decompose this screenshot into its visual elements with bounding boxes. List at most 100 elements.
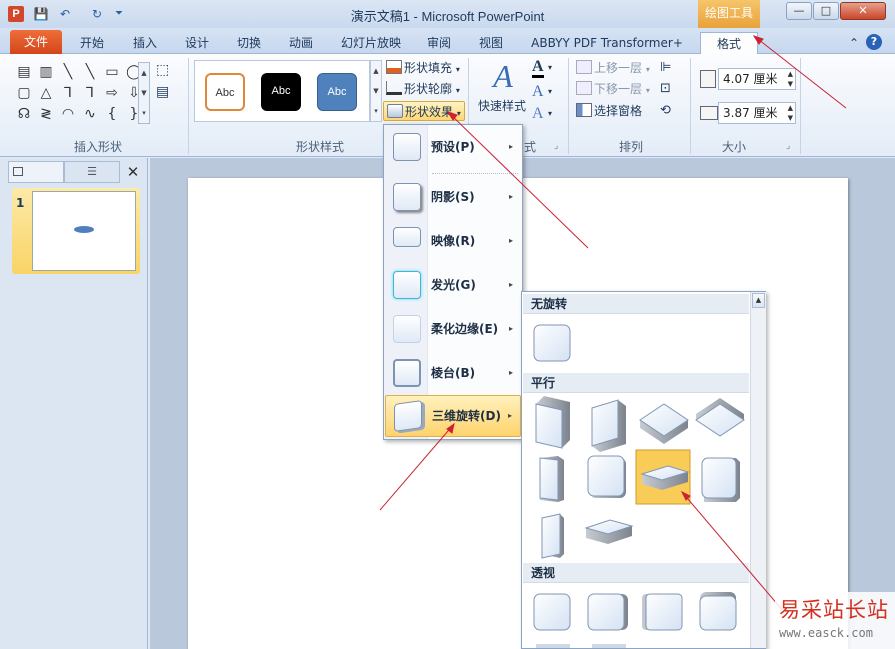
tab-transitions[interactable]: 切换 bbox=[228, 32, 270, 54]
menu-item-3d-rotation[interactable]: 三维旋转(D) ▸ bbox=[385, 395, 521, 437]
shape-fill-button[interactable]: 形状填充 ▾ bbox=[386, 58, 460, 78]
tab-review[interactable]: 审阅 bbox=[418, 32, 460, 54]
tab-abbyy[interactable]: ABBYY PDF Transformer+ bbox=[522, 32, 692, 54]
menu-item-reflection[interactable]: 映像(R) ▸ bbox=[385, 221, 521, 261]
arrow-line-shape-icon[interactable]: ╲ bbox=[80, 62, 100, 82]
rectangle-shape-icon[interactable]: ▭ bbox=[102, 62, 122, 82]
rotation-option-parallel-5[interactable] bbox=[539, 456, 564, 502]
shape-style-swatch-2[interactable]: Abc bbox=[261, 73, 301, 111]
curve-connector-shape-icon[interactable]: ≷ bbox=[36, 104, 56, 124]
rotation-option-parallel-3[interactable] bbox=[639, 403, 689, 444]
shape-styles-gallery[interactable]: Abc Abc Abc bbox=[194, 60, 370, 122]
rotate-icon[interactable]: ⟲ bbox=[660, 101, 671, 121]
submenu-arrow-icon: ▸ bbox=[507, 411, 512, 420]
group-divider bbox=[568, 58, 569, 154]
shape-effects-icon bbox=[387, 104, 403, 118]
shape-height-value: 4.07 厘米 bbox=[723, 72, 778, 86]
size-dialog-launcher-icon[interactable]: ⌟ bbox=[786, 136, 790, 156]
collapse-ribbon-icon[interactable]: ⌃ bbox=[846, 32, 862, 54]
rotation-option-parallel-9[interactable] bbox=[541, 513, 564, 559]
shape-outline-button[interactable]: 形状轮廓 ▾ bbox=[386, 79, 460, 99]
text-outline-icon[interactable]: A bbox=[532, 82, 544, 102]
tab-format[interactable]: 格式 bbox=[700, 32, 758, 55]
tab-view[interactable]: 视图 bbox=[470, 32, 512, 54]
text-outline-dropdown-icon[interactable]: ▾ bbox=[548, 82, 552, 102]
shape-style-swatch-1[interactable]: Abc bbox=[205, 73, 245, 111]
rotation-option-parallel-6[interactable] bbox=[587, 455, 626, 498]
rotation-option-perspective-2[interactable] bbox=[587, 593, 628, 631]
shape-width-icon bbox=[700, 106, 718, 120]
rotation-option-perspective-1[interactable] bbox=[533, 593, 571, 631]
bring-forward-button[interactable]: 上移一层 ▾ bbox=[576, 58, 650, 78]
tab-file[interactable]: 文件 bbox=[10, 30, 62, 54]
rotation-option-parallel-10[interactable] bbox=[584, 519, 634, 544]
tab-animations[interactable]: 动画 bbox=[280, 32, 322, 54]
shape-effects-button[interactable]: 形状效果 ▾ bbox=[383, 101, 465, 121]
shape-style-swatch-3[interactable]: Abc bbox=[317, 73, 357, 111]
menu-item-preset[interactable]: 预设(P) ▸ bbox=[385, 127, 521, 167]
text-fill-dropdown-icon[interactable]: ▾ bbox=[548, 58, 552, 78]
rotation-option-parallel-2[interactable] bbox=[591, 399, 626, 452]
tab-slideshow[interactable]: 幻灯片放映 bbox=[332, 32, 410, 54]
tab-insert[interactable]: 插入 bbox=[124, 32, 166, 54]
tab-slides[interactable] bbox=[8, 161, 64, 183]
rounded-rectangle-shape-icon[interactable]: ▢ bbox=[14, 83, 34, 103]
send-backward-button[interactable]: 下移一层 ▾ bbox=[576, 79, 650, 99]
elbow-arrow-shape-icon[interactable]: ⅂ bbox=[80, 83, 100, 103]
shape-width-input[interactable]: 3.87 厘米 ▲ ▼ bbox=[718, 102, 796, 124]
line-shape-icon[interactable]: ╲ bbox=[58, 62, 78, 82]
wave-shape-icon[interactable]: ∿ bbox=[80, 104, 100, 124]
rotation-option-parallel-1[interactable] bbox=[535, 396, 570, 449]
menu-item-bevel[interactable]: 棱台(B) ▸ bbox=[385, 353, 521, 393]
minimize-button[interactable]: — bbox=[786, 2, 812, 20]
left-brace-shape-icon[interactable]: { bbox=[102, 104, 122, 124]
tab-home[interactable]: 开始 bbox=[70, 32, 114, 54]
draw-textbox-icon[interactable]: ▤ bbox=[156, 82, 169, 102]
tab-outline[interactable]: ☰ bbox=[64, 161, 120, 183]
quick-styles-button[interactable]: 快速样式 bbox=[478, 96, 526, 116]
gallery-scrollbar[interactable]: ▲ bbox=[750, 292, 766, 648]
wordart-quick-styles-icon[interactable]: A bbox=[486, 58, 520, 94]
text-fill-icon[interactable]: A bbox=[532, 58, 544, 78]
restore-button[interactable]: □ bbox=[813, 2, 839, 20]
rotation-option-partial-row[interactable] bbox=[536, 644, 626, 648]
gallery-scroll-up-button[interactable]: ▲ bbox=[752, 293, 765, 308]
vertical-textbox-shape-icon[interactable]: ▥ bbox=[36, 62, 56, 82]
help-icon[interactable]: ? bbox=[866, 34, 882, 50]
rotation-option-perspective-3[interactable] bbox=[642, 593, 683, 631]
slide-thumbnail-canvas bbox=[32, 191, 136, 271]
shapes-gallery[interactable]: ▤ ▥ ╲ ╲ ▭ ◯ ▢ △ ⅂ ⅂ ⇨ ⇩ ☊ ≷ ◠ ∿ { } bbox=[14, 62, 150, 126]
rotation-option-parallel-8[interactable] bbox=[701, 457, 740, 502]
close-panel-icon[interactable]: ✕ bbox=[122, 161, 144, 183]
textbox-shape-icon[interactable]: ▤ bbox=[14, 62, 34, 82]
menu-item-shadow[interactable]: 阴影(S) ▸ bbox=[385, 177, 521, 217]
menu-item-glow[interactable]: 发光(G) ▸ bbox=[385, 265, 521, 305]
wordart-dialog-launcher-icon[interactable]: ⌟ bbox=[554, 136, 558, 156]
freeform-shape-icon[interactable]: ☊ bbox=[14, 104, 34, 124]
height-spinner[interactable]: ▲ ▼ bbox=[788, 69, 793, 89]
triangle-shape-icon[interactable]: △ bbox=[36, 83, 56, 103]
group-objects-icon[interactable]: ⊡ bbox=[660, 79, 671, 99]
bevel-effect-icon bbox=[393, 359, 421, 387]
rotation-option-none[interactable] bbox=[533, 324, 571, 362]
rotation-option-parallel-4[interactable] bbox=[695, 398, 745, 437]
selection-pane-button[interactable]: 选择窗格 bbox=[576, 101, 642, 121]
align-icon[interactable]: ⊫ bbox=[660, 58, 671, 78]
shape-height-input[interactable]: 4.07 厘米 ▲ ▼ bbox=[718, 68, 796, 90]
shapes-gallery-scroll[interactable]: ▲ ▼ ▾ bbox=[138, 62, 150, 124]
tab-design[interactable]: 设计 bbox=[176, 32, 218, 54]
soft-edges-effect-icon bbox=[393, 315, 421, 343]
submenu-arrow-icon: ▸ bbox=[508, 280, 513, 289]
rotation-option-perspective-4[interactable] bbox=[699, 592, 737, 631]
slide-thumbnail-selected[interactable] bbox=[12, 188, 140, 274]
right-arrow-shape-icon[interactable]: ⇨ bbox=[102, 83, 122, 103]
elbow-connector-shape-icon[interactable]: ⅂ bbox=[58, 83, 78, 103]
width-spinner[interactable]: ▲ ▼ bbox=[788, 103, 793, 123]
edit-shape-icon[interactable]: ⬚ bbox=[156, 60, 169, 80]
text-effects-dropdown-icon[interactable]: ▾ bbox=[548, 104, 552, 124]
arc-shape-icon[interactable]: ◠ bbox=[58, 104, 78, 124]
close-button[interactable]: ✕ bbox=[840, 2, 886, 20]
menu-item-soft-edges[interactable]: 柔化边缘(E) ▸ bbox=[385, 309, 521, 349]
shape-styles-scroll[interactable]: ▲ ▼ ▾ bbox=[370, 60, 382, 122]
text-effects-icon[interactable]: A bbox=[532, 104, 544, 124]
